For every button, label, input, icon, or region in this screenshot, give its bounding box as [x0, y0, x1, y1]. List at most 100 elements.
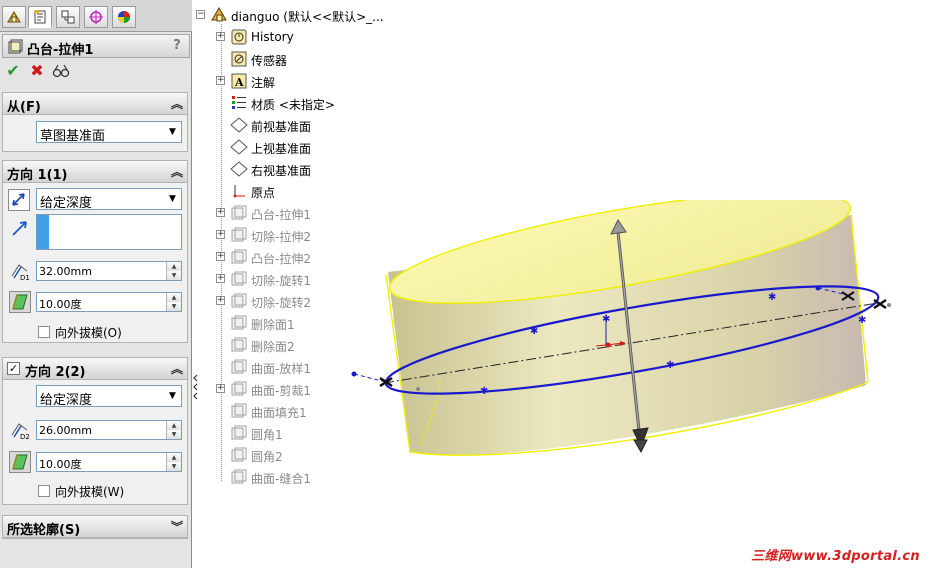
- dropdown-arrow-icon[interactable]: ▼: [164, 189, 181, 209]
- direction2-section: ✓ 方向 2(2) ︽ D2 给定深度 ▼ 26.00mm ▲ ▼ 10.00度 …: [2, 357, 188, 505]
- dropdown-arrow-icon[interactable]: ▼: [164, 386, 181, 406]
- property-manager-icon[interactable]: [28, 6, 52, 28]
- feature-icon: [231, 469, 247, 484]
- part-icon: [211, 7, 227, 22]
- tree-item-label: 圆角1: [251, 428, 283, 442]
- svg-text:✱: ✱: [858, 315, 866, 326]
- reverse-direction-icon[interactable]: [8, 189, 30, 211]
- manager-tabs: [0, 0, 192, 32]
- direction2-section-label: 方向 2(2): [25, 365, 86, 380]
- feature-icon: [231, 271, 247, 286]
- from-section-header[interactable]: 从(F) ︽: [3, 93, 187, 115]
- direction1-section-label: 方向 1(1): [7, 168, 68, 183]
- expand-toggle-icon[interactable]: +: [216, 384, 225, 393]
- direction1-section: 方向 1(1) ︽ 给定深度 ▼ D1 32.00mm ▲ ▼ 10.00度 ▲ ▼: [2, 160, 188, 343]
- ok-button[interactable]: ✔: [4, 62, 22, 80]
- selected-contours-section: 所选轮廓(S) ︾: [2, 515, 188, 539]
- tree-item-label: 曲面-缝合1: [251, 472, 311, 486]
- direction1-section-header[interactable]: 方向 1(1) ︽: [3, 161, 187, 183]
- feature-title: 凸台-拉伸1: [27, 43, 94, 58]
- expand-toggle-icon[interactable]: +: [216, 252, 225, 261]
- draft-angle-stepper[interactable]: ▲ ▼: [166, 453, 181, 471]
- tree-item-label: 曲面填充1: [251, 406, 307, 420]
- direction1-depth-input[interactable]: 32.00mm ▲ ▼: [36, 261, 182, 281]
- tree-item-label: 删除面1: [251, 318, 295, 332]
- display-manager-icon[interactable]: [112, 6, 136, 28]
- dropdown-arrow-icon[interactable]: ▼: [164, 122, 181, 142]
- tree-item-label: 注解: [251, 76, 276, 90]
- tree-item-label: 曲面-放样1: [251, 362, 311, 376]
- feature-icon: [231, 205, 247, 220]
- graphics-viewport[interactable]: ✱ ✱ ✱ ✱ ✱ ✱: [340, 200, 900, 470]
- expand-toggle-icon[interactable]: +: [216, 32, 225, 41]
- expand-toggle-icon[interactable]: +: [216, 230, 225, 239]
- tree-item-label: 切除-拉伸2: [251, 230, 311, 244]
- tree-item-label: 右视基准面: [251, 164, 312, 178]
- direction2-draft-angle-input[interactable]: 10.00度 ▲ ▼: [36, 452, 182, 472]
- preview-button[interactable]: [52, 62, 70, 80]
- draft-angle-stepper[interactable]: ▲ ▼: [166, 293, 181, 311]
- expand-toggle-icon[interactable]: +: [216, 296, 225, 305]
- feature-icon: [231, 227, 247, 242]
- tree-item-label: History: [251, 30, 294, 44]
- selected-contours-header[interactable]: 所选轮廓(S) ︾: [3, 516, 187, 538]
- tree-item-label: 传感器: [251, 54, 288, 68]
- expand-toggle-icon[interactable]: +: [216, 274, 225, 283]
- draft-icon[interactable]: [9, 451, 31, 473]
- expand-toggle-icon[interactable]: +: [216, 208, 225, 217]
- from-section-label: 从(F): [7, 100, 41, 115]
- material-icon: [232, 96, 246, 109]
- direction2-enable-checkbox[interactable]: ✓: [7, 362, 20, 375]
- plane-icon: [230, 161, 248, 177]
- tree-item-label: 材质 <未指定>: [251, 98, 335, 112]
- cancel-button[interactable]: ✖: [28, 62, 46, 80]
- feature-icon: [231, 425, 247, 440]
- svg-text:✱: ✱: [530, 326, 538, 337]
- collapse-chevron-icon[interactable]: ︽: [171, 95, 183, 112]
- feature-manager-icon[interactable]: [2, 6, 26, 28]
- expand-toggle-icon[interactable]: +: [216, 76, 225, 85]
- svg-text:✱: ✱: [666, 360, 674, 371]
- feature-icon: [231, 447, 247, 462]
- svg-text:A: A: [234, 76, 244, 89]
- from-start-condition-select[interactable]: 草图基准面 ▼: [36, 121, 182, 144]
- feature-icon: [231, 337, 247, 352]
- feature-icon: [231, 359, 247, 374]
- collapse-chevron-icon[interactable]: ︽: [171, 163, 183, 180]
- collapse-chevron-icon[interactable]: ︽: [171, 360, 183, 377]
- dimxpert-icon[interactable]: [84, 6, 108, 28]
- feature-icon: [231, 381, 247, 396]
- depth-stepper[interactable]: ▲ ▼: [166, 421, 181, 439]
- draft-icon[interactable]: [9, 291, 31, 313]
- tree-item-label: 凸台-拉伸1: [251, 208, 311, 222]
- extruded-body[interactable]: [383, 200, 869, 456]
- configuration-manager-icon[interactable]: [56, 6, 80, 28]
- direction1-draft-angle-input[interactable]: 10.00度 ▲ ▼: [36, 292, 182, 312]
- tree-item-label: 凸台-拉伸2: [251, 252, 311, 266]
- plane-icon: [230, 139, 248, 155]
- tree-item-label: 圆角2: [251, 450, 283, 464]
- watermark-text: 三维网www.3dportal.cn: [751, 549, 920, 564]
- depth-dimension-icon: D1: [11, 264, 30, 281]
- feature-icon: [231, 249, 247, 264]
- tree-item-label: 删除面2: [251, 340, 295, 354]
- direction2-end-condition-select[interactable]: 给定深度 ▼: [36, 385, 182, 408]
- direction1-end-condition-select[interactable]: 给定深度 ▼: [36, 188, 182, 211]
- solidworks-window: 凸台-拉伸1 ? ✔ ✖ 从(F) ︽ 草图基准面 ▼ 方向 1(1) ︽ 给定…: [0, 0, 938, 568]
- collapse-toggle-icon[interactable]: −: [196, 10, 205, 19]
- tree-item-label: 前视基准面: [251, 120, 312, 134]
- depth-dimension-icon: D2: [11, 423, 30, 440]
- direction1-reference-box[interactable]: [36, 214, 182, 250]
- feature-title-bar: 凸台-拉伸1 ?: [2, 34, 190, 58]
- plane-icon: [230, 117, 248, 133]
- help-icon[interactable]: ?: [169, 38, 185, 54]
- direction2-depth-input[interactable]: 26.00mm ▲ ▼: [36, 420, 182, 440]
- expand-chevron-icon[interactable]: ︾: [171, 518, 183, 535]
- annotations-icon: A: [231, 73, 247, 89]
- origin-icon: [233, 185, 245, 198]
- direction2-section-header[interactable]: ✓ 方向 2(2) ︽: [3, 358, 187, 380]
- feature-icon: [231, 293, 247, 308]
- svg-text:✱: ✱: [768, 292, 776, 303]
- depth-stepper[interactable]: ▲ ▼: [166, 262, 181, 280]
- svg-text:✱: ✱: [480, 386, 488, 397]
